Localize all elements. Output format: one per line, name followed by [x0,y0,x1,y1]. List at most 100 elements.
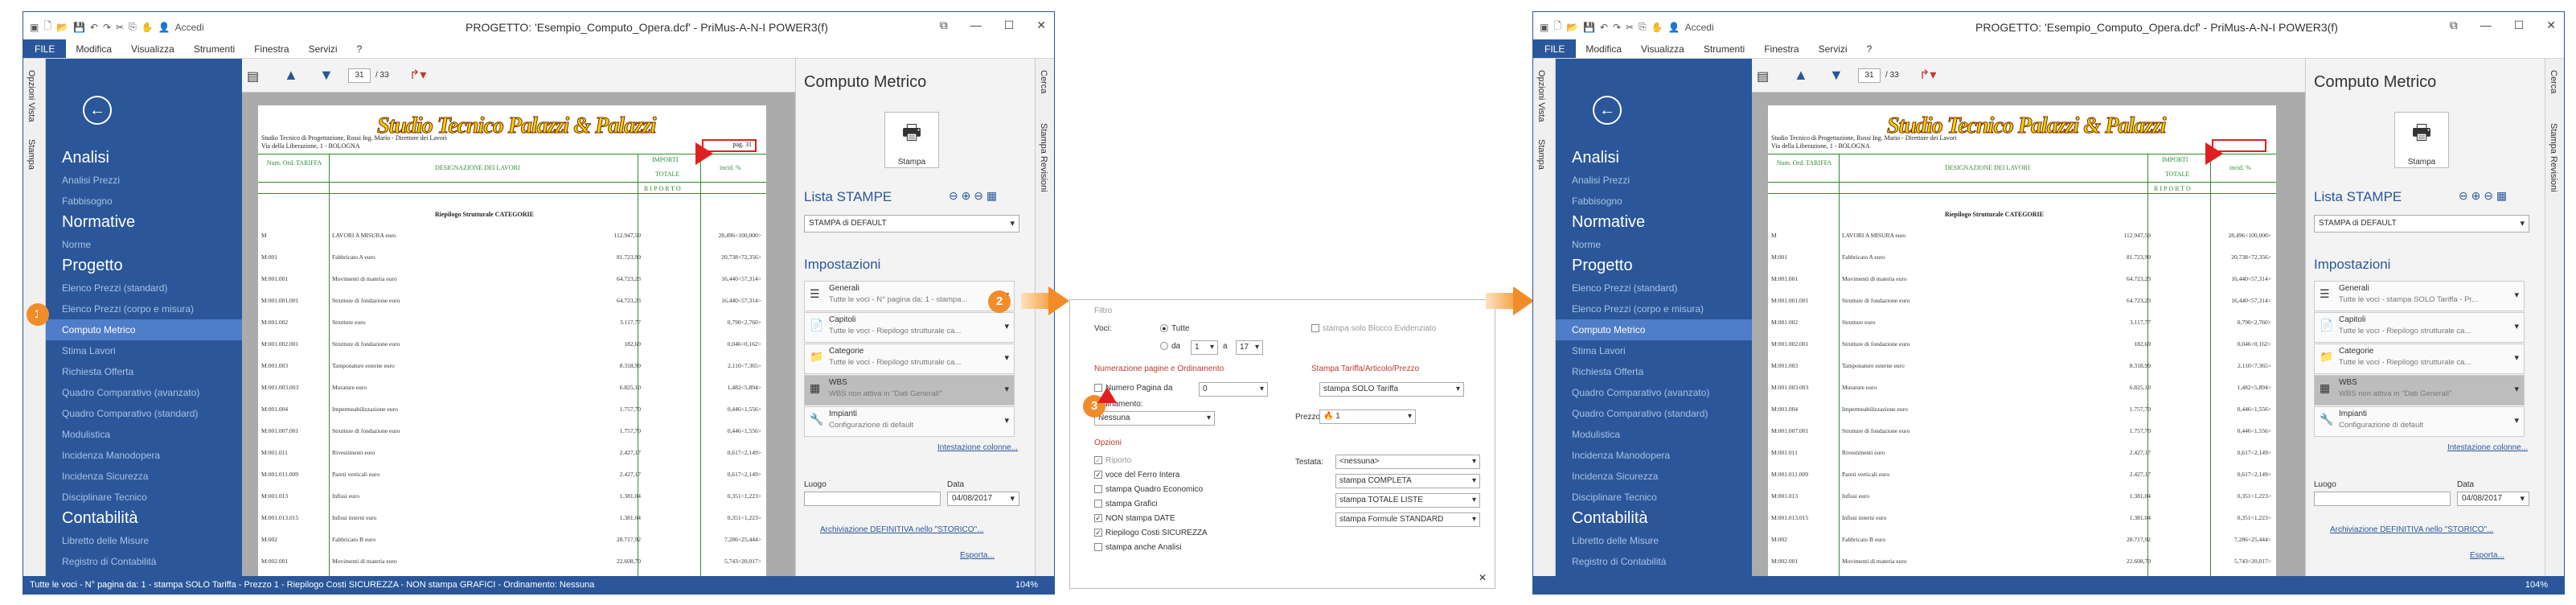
nav-item[interactable]: Computo Metrico [46,319,242,340]
cut-icon[interactable]: ✂ [1626,22,1634,33]
intestazione-link[interactable]: Intestazione colonne... [2447,443,2528,452]
option-checkbox[interactable]: ✓ NON stampa DATE [1094,514,1175,523]
maximize-icon[interactable]: ☐ [2514,19,2525,32]
vtab-stampa-revisioni[interactable]: Stampa Revisioni [2549,123,2558,192]
nav-item[interactable]: Quadro Comparativo (avanzato) [1556,382,1752,403]
nav-item[interactable]: Richiesta Offerta [46,361,242,382]
menu-item-servizi[interactable]: Servizi [1809,39,1857,58]
layout-icon[interactable]: ▤ [247,68,259,84]
setting-wbs[interactable]: ▦ WBS WBS non attiva in "Dati Generali" ▾ [2314,375,2525,405]
minimize-icon[interactable]: — [2480,19,2492,32]
vtab-opzioni-vista[interactable]: Opzioni Vista [27,70,36,122]
restore-icon[interactable]: ⧉ [940,19,948,32]
back-button[interactable]: ← [83,96,112,125]
data-input[interactable]: 04/08/2017 [947,492,1019,506]
stampa-default-select[interactable]: STAMPA di DEFAULT [804,215,1019,233]
setting-categorie[interactable]: 📁 Categorie Tutte le voci - Riepilogo stru… [2314,344,2525,374]
checkbox-box[interactable]: ✓ [1094,471,1102,479]
page-number-input[interactable]: 31 [1858,68,1881,83]
print-button[interactable]: 🖶 Stampa [884,112,939,168]
vtab-cerca[interactable]: Cerca [1039,70,1048,93]
nav-item[interactable]: Stima Lavori [1556,340,1752,361]
minimize-icon[interactable]: — [970,19,982,32]
nav-item[interactable]: Disciplinare Tecnico [1556,487,1752,508]
menu-item-file[interactable]: FILE [1533,39,1577,58]
list-tools[interactable]: ⊖ ⊕ ⊖ ▦ [949,189,997,203]
redo-icon[interactable]: ↷ [1613,22,1621,33]
stampa-blocco-checkbox[interactable]: stampa solo Blocco Evidenziato [1311,324,1436,333]
nav-item[interactable]: Modulistica [1556,424,1752,445]
luogo-input[interactable] [804,492,941,506]
vtab-stampa[interactable]: Stampa [1536,139,1546,170]
accedi-label[interactable]: Accedi [175,22,204,33]
archiviazione-link[interactable]: Archiviazione DEFINITIVA nello "STORICO"… [820,525,983,534]
nav-item[interactable]: Fabbisogno [1556,191,1752,212]
chevron-down-icon[interactable]: ▾ [1004,352,1009,363]
undo-icon[interactable]: ↶ [1600,22,1608,33]
da-radio[interactable]: da [1160,342,1180,351]
nav-item[interactable]: Quadro Comparativo (standard) [1556,403,1752,424]
setting-categorie[interactable]: 📁 Categorie Tutte le voci - Riepilogo stru… [804,344,1015,374]
page-up-icon[interactable]: ▲ [284,67,298,84]
esporta-link[interactable]: Esporta... [960,551,995,560]
chevron-down-icon[interactable]: ▾ [2514,290,2519,300]
nav-item[interactable]: Libretto delle Misure [46,530,242,551]
setting-generali[interactable]: ☰ Generali Tutte le voci - N° pagina da: 1… [804,281,1015,311]
menu-item-modifica[interactable]: Modifica [1576,39,1631,58]
nav-item[interactable]: Incidenza Sicurezza [1556,466,1752,487]
page-up-icon[interactable]: ▲ [1794,67,1808,84]
app-icon[interactable]: ▣ [30,22,39,33]
hand-icon[interactable]: ✋ [142,22,154,33]
nav-item[interactable]: Disciplinare Tecnico [46,487,242,508]
export-icon[interactable]: ↱▾ [409,67,426,83]
app-icon[interactable]: ▣ [1540,22,1548,33]
nav-item[interactable]: Quadro Comparativo (avanzato) [46,382,242,403]
new-icon[interactable]: 🗋 [43,19,51,35]
new-icon[interactable]: 🗋 [1553,19,1561,35]
page-down-icon[interactable]: ▼ [319,67,334,84]
nav-item[interactable]: Norme [46,234,242,255]
option-checkbox[interactable]: stampa Grafici [1094,500,1157,508]
setting-generali[interactable]: ☰ Generali Tutte le voci - stampa SOLO Tar… [2314,281,2525,311]
numero-pagina-input[interactable]: 0 [1199,382,1268,397]
vtab-opzioni-vista[interactable]: Opzioni Vista [1536,70,1546,122]
hand-icon[interactable]: ✋ [1651,22,1663,33]
copy-icon[interactable]: ⎘ [1639,21,1647,33]
nav-item[interactable]: Incidenza Manodopera [1556,445,1752,466]
nav-item[interactable]: Norme [1556,234,1752,255]
option-checkbox[interactable]: stampa Quadro Economico [1094,485,1203,494]
luogo-input[interactable] [2314,492,2451,506]
nav-item[interactable]: Elenco Prezzi (standard) [46,278,242,298]
menu-item-finestra[interactable]: Finestra [244,39,298,58]
nav-item[interactable]: Registro di Contabilità [1556,551,1752,572]
chevron-down-icon[interactable]: ▾ [1004,384,1009,394]
testata-select-3[interactable]: stampa Formule STANDARD [1335,512,1480,527]
tariffa-select[interactable]: stampa SOLO Tariffa [1319,382,1464,397]
chevron-down-icon[interactable]: ▾ [2514,415,2519,426]
menu-item-visualizza[interactable]: Visualizza [1631,39,1694,58]
nav-item[interactable]: Analisi Prezzi [46,170,242,191]
open-icon[interactable]: 📂 [56,22,68,33]
nav-item[interactable]: Registro di Contabilità [46,551,242,572]
testata-select-0[interactable]: <nessuna> [1335,455,1480,469]
nav-item[interactable]: Libretto delle Misure [1556,530,1752,551]
list-tools[interactable]: ⊖ ⊕ ⊖ ▦ [2459,189,2507,203]
chevron-down-icon[interactable]: ▾ [2514,321,2519,331]
page-number-input[interactable]: 31 [348,68,371,83]
chevron-down-icon[interactable]: ▾ [1004,321,1009,331]
tutte-radio[interactable]: ● Tutte [1160,324,1189,333]
nav-item[interactable]: Elenco Prezzi (corpo e misura) [46,298,242,319]
chevron-down-icon[interactable]: ▾ [2514,384,2519,394]
testata-select-2[interactable]: stampa TOTALE LISTE [1335,493,1480,508]
menu-item-strumenti[interactable]: Strumenti [184,39,244,58]
nav-item[interactable]: Fabbisogno [46,191,242,212]
checkbox-box[interactable]: ✓ [1094,529,1102,537]
cut-icon[interactable]: ✂ [116,22,124,33]
menu-item-strumenti[interactable]: Strumenti [1694,39,1754,58]
vtab-cerca[interactable]: Cerca [2549,70,2558,93]
print-button[interactable]: 🖶 Stampa [2394,112,2449,168]
a-input[interactable]: 17 [1236,340,1263,355]
option-checkbox[interactable]: ✓ Riepilogo Costi SICUREZZA [1094,529,1208,537]
nav-item[interactable]: Stima Lavori [46,340,242,361]
stampa-default-select[interactable]: STAMPA di DEFAULT [2314,215,2529,233]
